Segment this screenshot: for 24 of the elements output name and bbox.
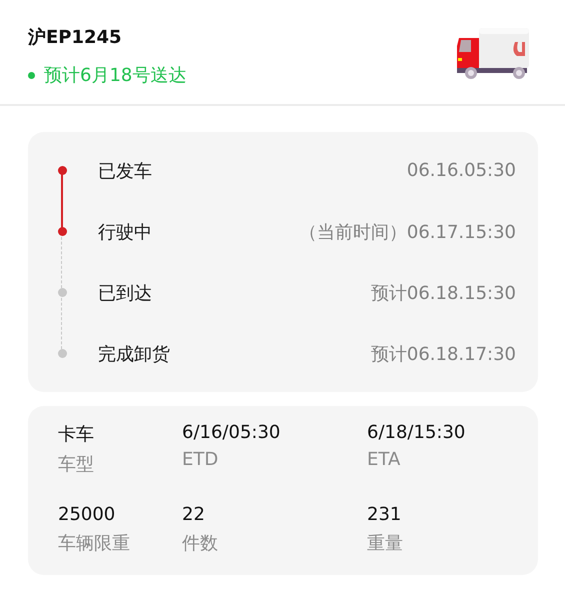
detail-label: ETD <box>182 449 220 470</box>
detail-value: 231 <box>367 504 402 525</box>
step-label: 已到达 <box>98 282 153 304</box>
step-label: 已发车 <box>98 160 153 182</box>
detail-label: 重量 <box>367 532 404 555</box>
detail-value: 25000 <box>58 504 116 525</box>
step-label: 完成卸货 <box>98 342 171 366</box>
step-time: 06.16.05:30 <box>406 160 516 181</box>
detail-value: 6/16/05:30 <box>182 422 282 443</box>
step-label: 行驶中 <box>98 220 153 244</box>
step-time: 预计06.18.15:30 <box>370 282 516 304</box>
detail-value: 卡车 <box>58 423 95 446</box>
detail-value: 22 <box>182 504 206 525</box>
detail-label: 件数 <box>182 532 219 555</box>
delivery-estimate: 预计6月18号送达 <box>44 64 186 87</box>
detail-value: 6/18/15:30 <box>367 422 466 443</box>
detail-label: 车型 <box>58 453 95 476</box>
step-time: （当前时间）06.17.15:30 <box>298 220 516 244</box>
plate-number: 沪EP1245 <box>28 26 123 49</box>
detail-label: 车辆限重 <box>58 532 131 555</box>
truck-icon <box>455 26 531 82</box>
status-dot <box>28 72 35 78</box>
step-time: 预计06.18.17:30 <box>370 342 516 366</box>
detail-label: ETA <box>367 449 402 470</box>
